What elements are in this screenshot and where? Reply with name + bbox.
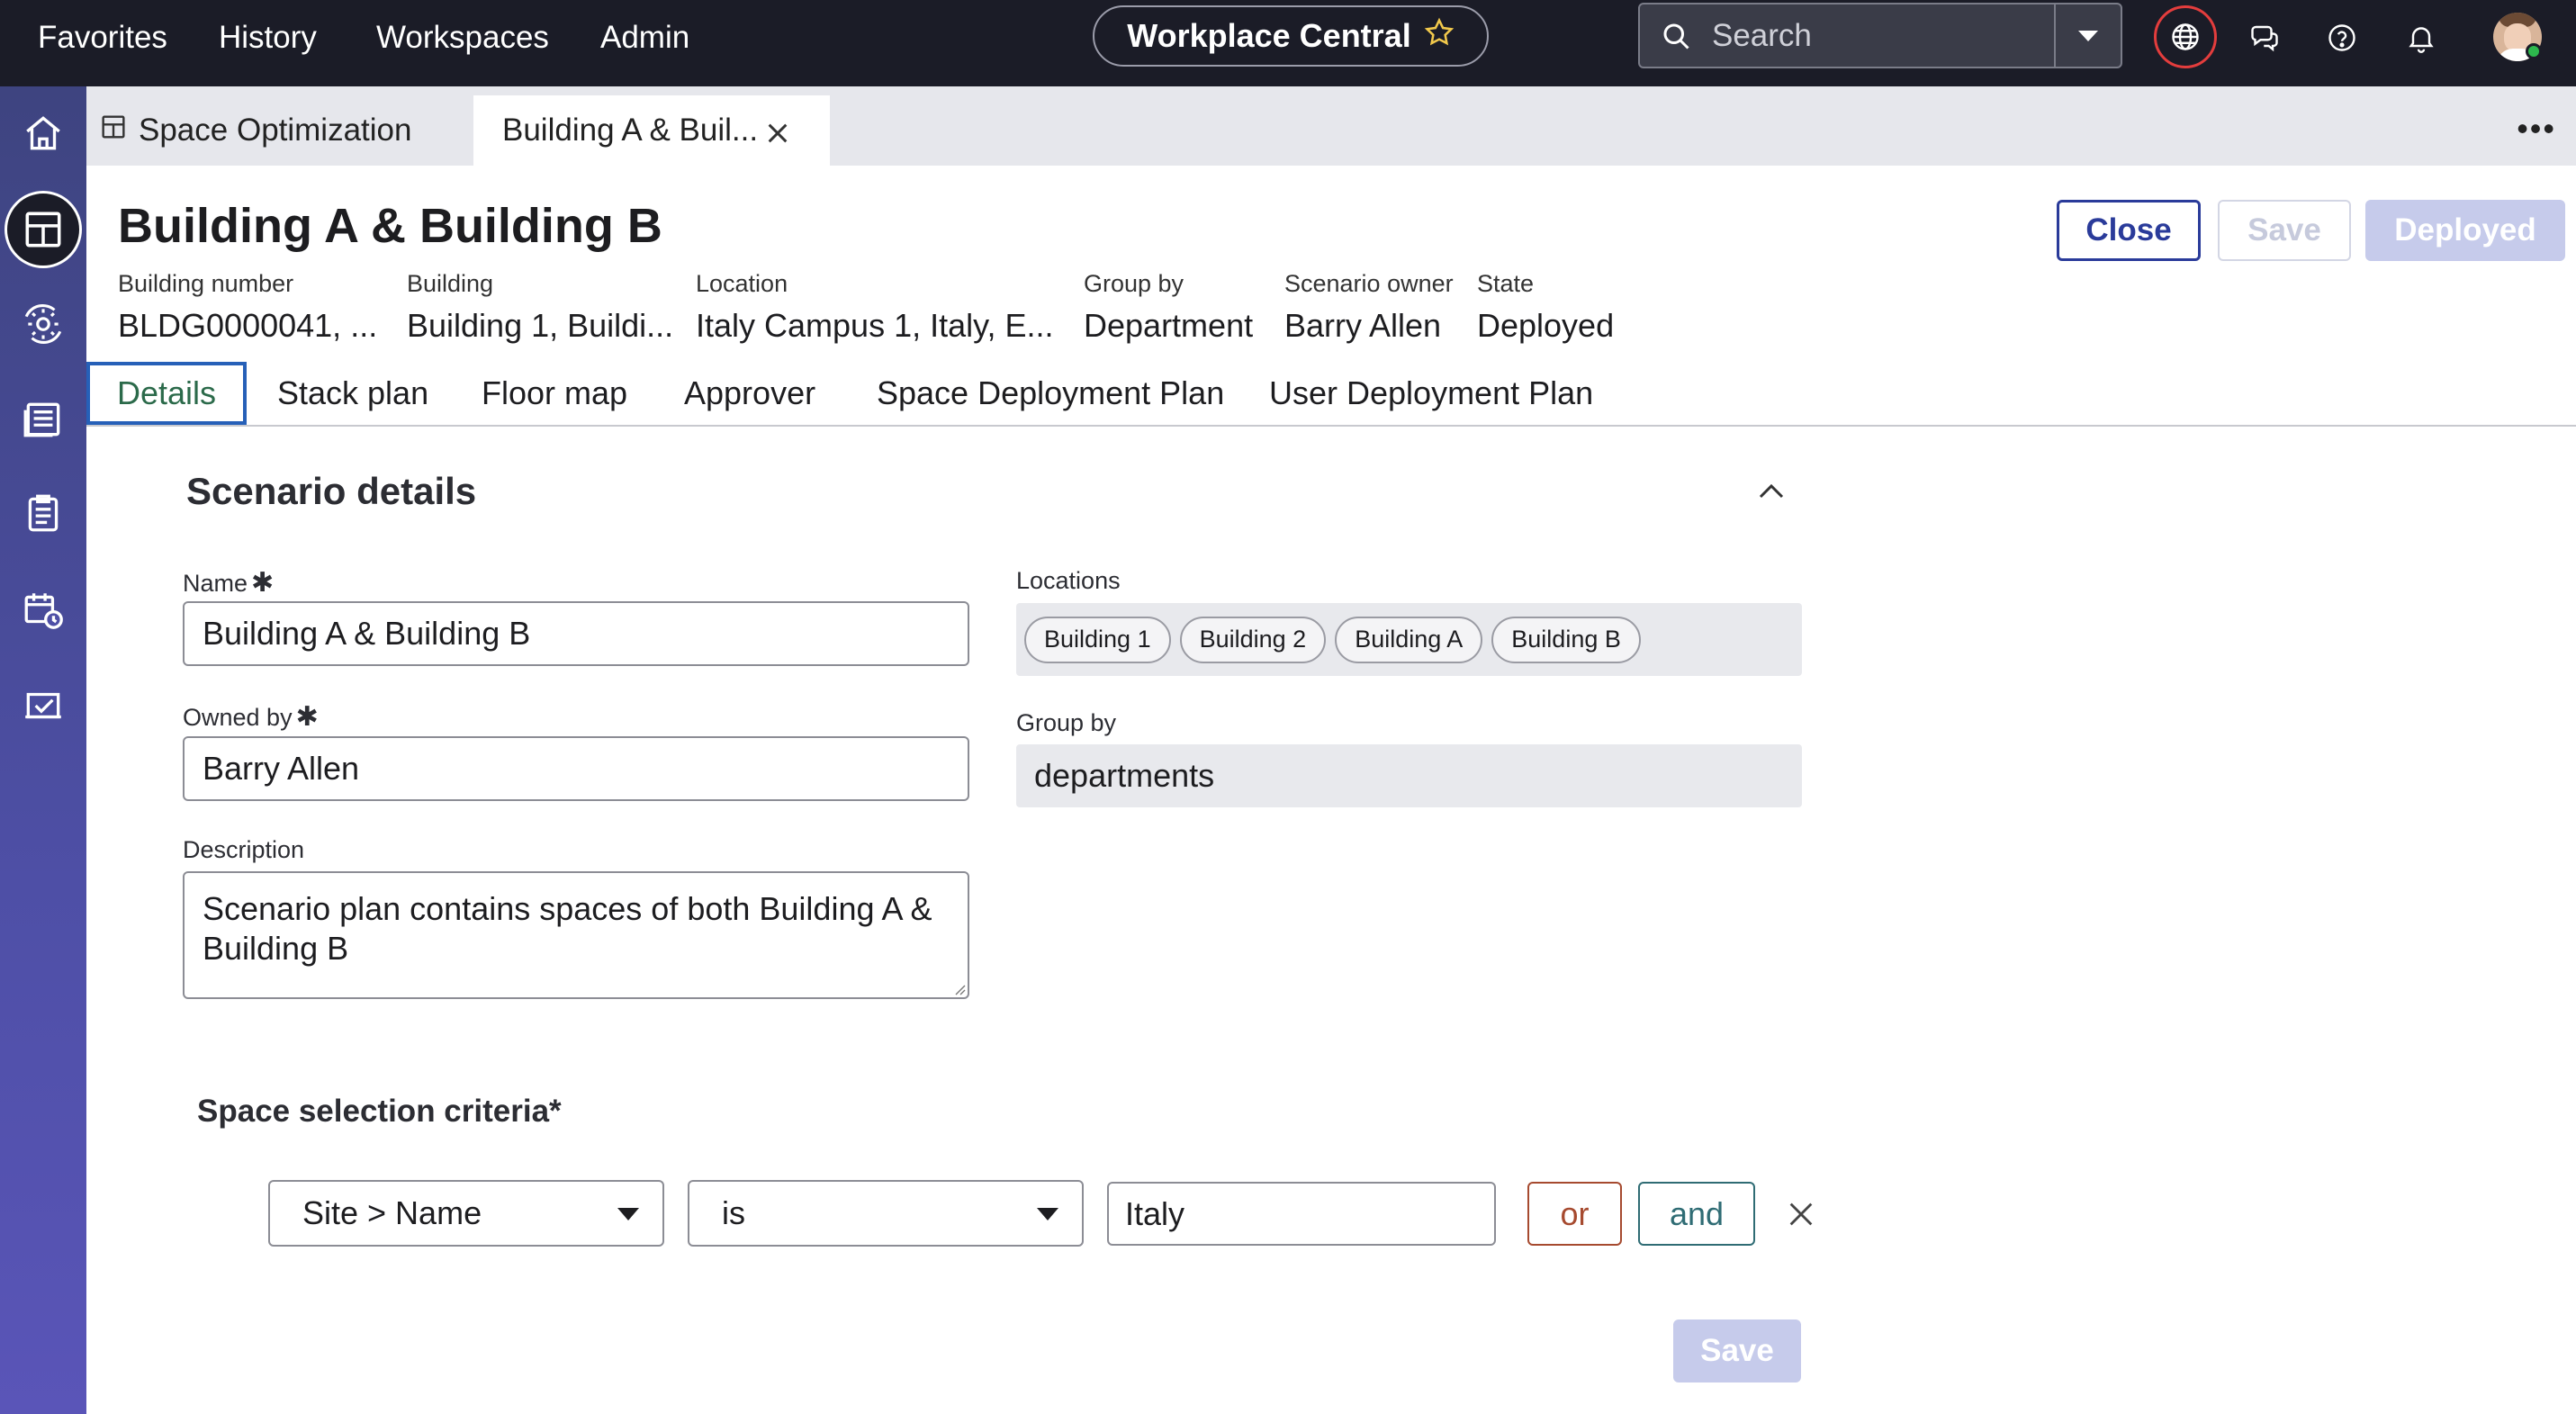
search-input[interactable]: Search: [1712, 18, 2054, 54]
page-title: Building A & Building B: [118, 199, 662, 253]
location-chip: Building 2: [1179, 616, 1327, 663]
list-icon[interactable]: [13, 389, 74, 450]
subtab-stack-plan[interactable]: Stack plan: [277, 362, 428, 425]
remove-criteria-icon[interactable]: [1786, 1199, 1816, 1229]
subtab-approver[interactable]: Approver: [684, 362, 815, 425]
group-by-label: Group by: [1016, 709, 1117, 736]
meta-state: State Deployed: [1477, 270, 1615, 344]
rotate-settings-icon[interactable]: [13, 293, 74, 355]
home-icon[interactable]: [13, 103, 74, 164]
owned-by-field[interactable]: Barry Allen: [183, 736, 969, 801]
meta-building-number: Building number BLDG0000041, ...: [118, 270, 378, 344]
tab-building-a-b[interactable]: Building A & Buil...: [473, 95, 830, 166]
locations-field: Building 1 Building 2 Building A Buildin…: [1016, 603, 1802, 676]
subtab-floor-map[interactable]: Floor map: [482, 362, 627, 425]
deployed-button[interactable]: Deployed: [2365, 200, 2565, 261]
section-title: Scenario details: [186, 470, 477, 512]
dropdown-arrow-icon: [1037, 1208, 1058, 1220]
help-icon[interactable]: [2313, 9, 2371, 67]
checkbox-tray-icon[interactable]: [13, 675, 74, 736]
search-icon: [1640, 5, 1712, 67]
criteria-value-input[interactable]: Italy: [1107, 1182, 1496, 1246]
workspace-dashboard-icon[interactable]: [5, 191, 82, 268]
required-asterisk: ✱: [295, 702, 319, 732]
close-button[interactable]: Close: [2057, 200, 2201, 261]
resize-handle-icon[interactable]: [951, 981, 966, 995]
document-tabs: Space Optimization Building A & Buil... …: [86, 86, 2576, 166]
meta-building: Building Building 1, Buildi...: [407, 270, 674, 344]
description-label: Description: [183, 836, 305, 863]
group-by-field: departments: [1016, 744, 1802, 807]
name-field[interactable]: Building A & Building B: [183, 601, 969, 666]
description-field[interactable]: Scenario plan contains spaces of both Bu…: [183, 871, 969, 999]
owned-by-label: Owned by ✱: [183, 702, 319, 732]
required-asterisk: ✱: [251, 568, 275, 598]
close-icon[interactable]: [763, 119, 803, 156]
global-search[interactable]: Search: [1638, 3, 2122, 68]
bell-icon[interactable]: [2392, 9, 2450, 67]
nav-favorites[interactable]: Favorites: [38, 20, 167, 56]
criteria-title: Space selection criteria*: [197, 1094, 562, 1129]
globe-icon[interactable]: [2154, 5, 2217, 68]
meta-scenario-owner: Scenario owner Barry Allen: [1284, 270, 1454, 344]
chevron-up-icon[interactable]: [1755, 475, 1788, 508]
meta-location: Location Italy Campus 1, Italy, E...: [696, 270, 1054, 344]
app-title-pill[interactable]: Workplace Central: [1093, 5, 1489, 67]
nav-admin[interactable]: Admin: [600, 20, 689, 56]
criteria-operator-select[interactable]: is: [688, 1180, 1084, 1247]
tab-label: Space Optimization: [139, 113, 412, 148]
locations-label: Locations: [1016, 567, 1121, 594]
dashboard-icon: [99, 113, 139, 149]
location-chip: Building B: [1491, 616, 1641, 663]
dropdown-arrow-icon: [617, 1208, 639, 1220]
save-button[interactable]: Save: [2218, 200, 2351, 261]
clipboard-icon[interactable]: [13, 482, 74, 544]
and-button[interactable]: and: [1638, 1182, 1755, 1246]
location-chip: Building A: [1335, 616, 1483, 663]
calendar-clock-icon[interactable]: [13, 580, 74, 641]
criteria-field-select[interactable]: Site > Name: [268, 1180, 664, 1247]
tab-space-optimization[interactable]: Space Optimization: [99, 95, 411, 166]
left-sidebar: [0, 86, 86, 1414]
nav-workspaces[interactable]: Workspaces: [376, 20, 549, 56]
tab-label: Building A & Buil...: [502, 113, 759, 148]
location-chip: Building 1: [1024, 616, 1171, 663]
name-label: Name ✱: [183, 568, 275, 598]
save-criteria-button[interactable]: Save: [1673, 1319, 1801, 1382]
subtab-space-deployment-plan[interactable]: Space Deployment Plan: [877, 362, 1224, 425]
nav-history[interactable]: History: [219, 20, 317, 56]
subtab-details[interactable]: Details: [86, 362, 248, 425]
detail-subtabs: Details Stack plan Floor map Approver Sp…: [86, 360, 2576, 427]
subtab-user-deployment-plan[interactable]: User Deployment Plan: [1269, 362, 1593, 425]
app-title: Workplace Central: [1127, 17, 1411, 54]
meta-group-by: Group by Department: [1084, 270, 1254, 344]
chat-icon[interactable]: [2236, 9, 2293, 67]
top-navigation-bar: Favorites History Workspaces Admin Workp…: [0, 0, 2576, 86]
presence-indicator: [2526, 43, 2542, 59]
star-icon[interactable]: [1424, 17, 1455, 56]
search-scope-dropdown[interactable]: [2054, 5, 2121, 67]
or-button[interactable]: or: [1527, 1182, 1622, 1246]
more-options-icon[interactable]: •••: [2517, 110, 2556, 148]
